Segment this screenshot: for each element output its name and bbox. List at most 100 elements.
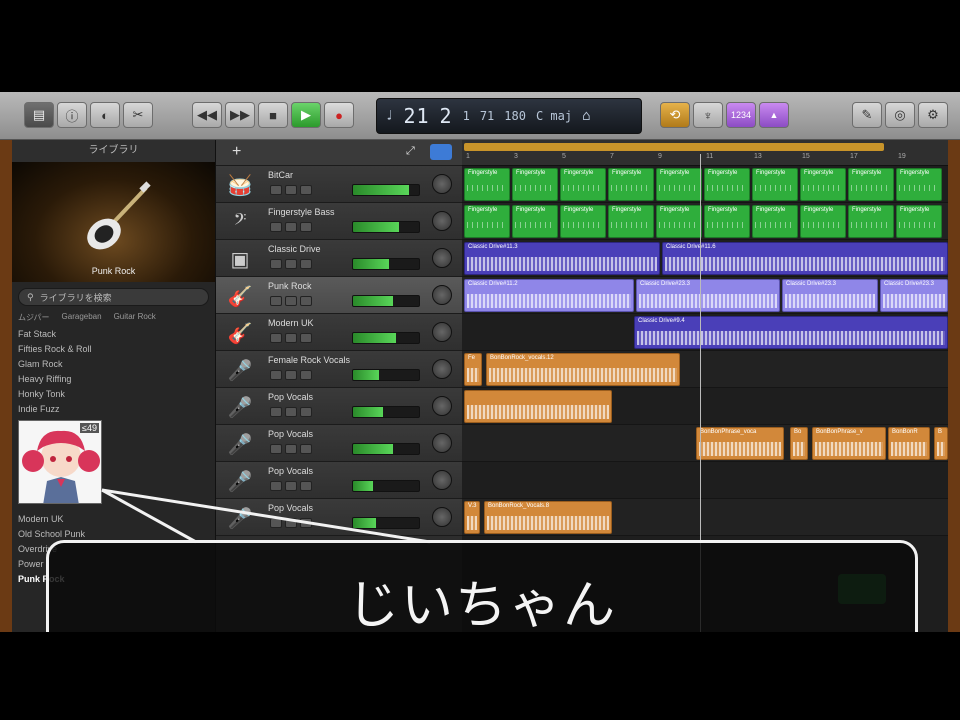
solo-button[interactable] xyxy=(285,444,297,454)
audio-region[interactable]: Fingerstyle xyxy=(512,168,558,201)
headphones-icon[interactable] xyxy=(300,259,312,269)
pan-knob[interactable] xyxy=(432,211,452,231)
track-lane[interactable]: Classic Drive#11.2 Classic Drive#23.3 Clas… xyxy=(462,277,948,314)
volume-slider[interactable] xyxy=(352,295,420,307)
solo-button[interactable] xyxy=(285,333,297,343)
track-header[interactable]: 🎤 Pop Vocals xyxy=(216,499,462,536)
audio-region[interactable]: Fingerstyle xyxy=(800,205,846,238)
audio-region[interactable] xyxy=(464,390,612,423)
notepad-icon[interactable]: ✎ xyxy=(852,102,882,128)
library-search-input[interactable]: ⚲ ライブラリを検索 xyxy=(18,288,209,306)
audio-region[interactable]: Classic Drive#11.6 xyxy=(662,242,948,275)
headphones-icon[interactable] xyxy=(300,296,312,306)
audio-region[interactable]: Classic Drive#11.2 xyxy=(464,279,634,312)
pan-knob[interactable] xyxy=(432,396,452,416)
track-header[interactable]: ▣ Classic Drive xyxy=(216,240,462,277)
audio-region[interactable]: BonBonRock_Vocals.8 xyxy=(484,501,612,534)
mute-button[interactable] xyxy=(270,296,282,306)
track-lane[interactable]: Fingerstyle Fingerstyle Fingerstyle Fingers… xyxy=(462,203,948,240)
audio-region[interactable]: Bo xyxy=(790,427,808,460)
media-browser-icon[interactable]: ⚙ xyxy=(918,102,948,128)
track-header[interactable]: 🎤 Pop Vocals xyxy=(216,425,462,462)
track-lane[interactable]: BonBonPhrase_voca Bo BonBonPhrase_v BonBonR… xyxy=(462,425,948,462)
audio-region[interactable]: V.3 xyxy=(464,501,480,534)
list-item[interactable]: Heavy Riffing xyxy=(18,372,209,387)
audio-region[interactable]: Fingerstyle xyxy=(512,205,558,238)
track-lane[interactable]: Fingerstyle Fingerstyle Fingerstyle Fingers… xyxy=(462,166,948,203)
mute-button[interactable] xyxy=(270,222,282,232)
headphones-icon[interactable] xyxy=(300,518,312,528)
pan-knob[interactable] xyxy=(432,359,452,379)
track-name[interactable]: Punk Rock xyxy=(268,281,312,291)
track-lane[interactable] xyxy=(462,388,948,425)
breadcrumb-item[interactable]: Guitar Rock xyxy=(114,312,156,323)
headphones-icon[interactable] xyxy=(300,222,312,232)
audio-region[interactable]: Fingerstyle xyxy=(848,168,894,201)
volume-slider[interactable] xyxy=(352,443,420,455)
volume-slider[interactable] xyxy=(352,406,420,418)
track-header[interactable]: 🎤 Female Rock Vocals xyxy=(216,351,462,388)
audio-region[interactable]: Fingerstyle xyxy=(560,168,606,201)
track-name[interactable]: BitCar xyxy=(268,170,293,180)
audio-region[interactable]: Fingerstyle xyxy=(800,168,846,201)
list-item[interactable]: Fifties Rock & Roll xyxy=(18,342,209,357)
headphones-icon[interactable] xyxy=(300,444,312,454)
pan-knob[interactable] xyxy=(432,507,452,527)
solo-button[interactable] xyxy=(285,259,297,269)
track-header[interactable]: 🎤 Pop Vocals xyxy=(216,388,462,425)
track-header[interactable]: 🎸 Modern UK xyxy=(216,314,462,351)
headphones-icon[interactable] xyxy=(300,370,312,380)
mute-button[interactable] xyxy=(270,481,282,491)
track-header[interactable]: 🎤 Pop Vocals xyxy=(216,462,462,499)
audio-region[interactable]: Fingerstyle xyxy=(608,168,654,201)
track-lane[interactable] xyxy=(462,462,948,499)
audio-region[interactable]: Fingerstyle xyxy=(656,168,702,201)
audio-region[interactable]: Fingerstyle xyxy=(704,205,750,238)
library-icon[interactable]: ▤ xyxy=(24,102,54,128)
solo-button[interactable] xyxy=(285,222,297,232)
mute-button[interactable] xyxy=(270,370,282,380)
pan-knob[interactable] xyxy=(432,433,452,453)
solo-button[interactable] xyxy=(285,407,297,417)
track-lane[interactable]: Classic Drive#9.4 xyxy=(462,314,948,351)
track-name[interactable]: Classic Drive xyxy=(268,244,321,254)
audio-region[interactable]: BonBonRock_vocals.12 xyxy=(486,353,680,386)
audio-region[interactable]: Classic Drive#9.4 xyxy=(634,316,948,349)
track-name[interactable]: Pop Vocals xyxy=(268,503,313,513)
track-header[interactable]: 𝄢 Fingerstyle Bass xyxy=(216,203,462,240)
list-item[interactable]: Indie Fuzz xyxy=(18,402,209,417)
audio-region[interactable]: Fingerstyle xyxy=(752,205,798,238)
breadcrumb-item[interactable]: ムジパー xyxy=(18,312,50,323)
mute-button[interactable] xyxy=(270,333,282,343)
mute-button[interactable] xyxy=(270,185,282,195)
audio-region[interactable]: Fingerstyle xyxy=(752,168,798,201)
solo-button[interactable] xyxy=(285,296,297,306)
smart-filter-icon[interactable] xyxy=(430,144,452,160)
smart-controls-icon[interactable]: ◐ xyxy=(90,102,120,128)
audio-region[interactable]: Fingerstyle xyxy=(656,205,702,238)
solo-button[interactable] xyxy=(285,185,297,195)
track-name[interactable]: Female Rock Vocals xyxy=(268,355,350,365)
pan-knob[interactable] xyxy=(432,285,452,305)
mute-button[interactable] xyxy=(270,444,282,454)
metronome-button[interactable]: ▲ xyxy=(759,102,789,128)
headphones-icon[interactable] xyxy=(300,185,312,195)
track-name[interactable]: Fingerstyle Bass xyxy=(268,207,335,217)
breadcrumb-item[interactable]: Garageban xyxy=(62,312,102,323)
expand-icon[interactable]: ⤢ xyxy=(406,145,415,158)
audio-region[interactable]: BonBonPhrase_voca xyxy=(696,427,784,460)
scissors-icon[interactable]: ✂ xyxy=(123,102,153,128)
volume-slider[interactable] xyxy=(352,258,420,270)
track-name[interactable]: Pop Vocals xyxy=(268,392,313,402)
audio-region[interactable]: Fingerstyle xyxy=(464,205,510,238)
headphones-icon[interactable] xyxy=(300,407,312,417)
track-lane[interactable]: Classic Drive#11.3 Classic Drive#11.6 xyxy=(462,240,948,277)
headphones-icon[interactable] xyxy=(300,481,312,491)
track-lane[interactable]: V.3 BonBonRock_Vocals.8 xyxy=(462,499,948,536)
audio-region[interactable]: BonBonR xyxy=(888,427,930,460)
forward-icon[interactable]: ▶▶ xyxy=(225,102,255,128)
loop-browser-icon[interactable]: ◎ xyxy=(885,102,915,128)
volume-slider[interactable] xyxy=(352,221,420,233)
audio-region[interactable]: BonBonPhrase_v xyxy=(812,427,886,460)
count-in-button[interactable]: 1234 xyxy=(726,102,756,128)
